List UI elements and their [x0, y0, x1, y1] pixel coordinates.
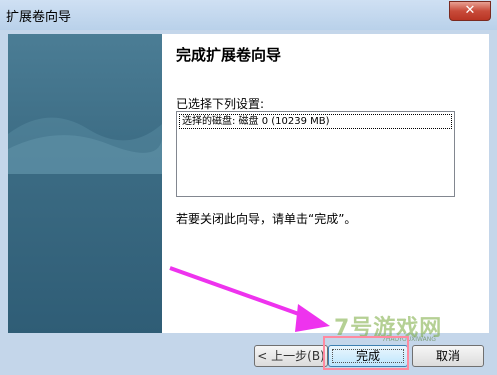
cancel-button[interactable]: 取消	[412, 345, 484, 367]
selection-label: 已选择下列设置:	[176, 97, 265, 111]
wizard-sidebar-graphic	[8, 34, 162, 333]
back-button[interactable]: < 上一步(B)	[254, 345, 328, 367]
sidebar-wave-graphic	[8, 117, 162, 174]
finish-highlight-box	[323, 336, 409, 370]
page-title: 完成扩展卷向导	[176, 46, 282, 64]
wizard-content-panel: 完成扩展卷向导 已选择下列设置: 选择的磁盘: 磁盘 0 (10239 MB) …	[162, 34, 489, 333]
closing-instruction: 若要关闭此向导，请单击“完成”。	[176, 212, 357, 226]
window-title: 扩展卷向导	[6, 10, 72, 25]
title-bar: 扩展卷向导 ✕	[0, 0, 497, 31]
settings-listbox[interactable]: 选择的磁盘: 磁盘 0 (10239 MB)	[176, 111, 455, 197]
list-item[interactable]: 选择的磁盘: 磁盘 0 (10239 MB)	[179, 114, 452, 129]
close-button[interactable]: ✕	[449, 1, 491, 21]
